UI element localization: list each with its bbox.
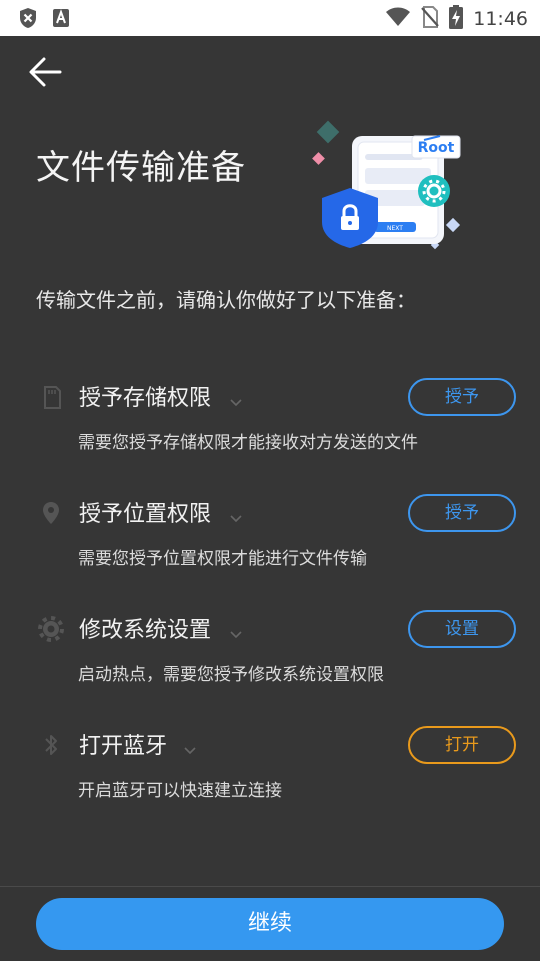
battery-charging-icon [449, 5, 464, 33]
item-description: 需要您授予存储权限才能接收对方发送的文件 [78, 433, 418, 453]
chevron-down-icon[interactable] [230, 392, 242, 407]
location-pin-icon [38, 500, 64, 526]
item-title: 授予存储权限 [79, 386, 212, 411]
no-sim-icon [421, 6, 440, 32]
permission-item-location: 授予位置权限 授予 需要您授予位置权限才能进行文件传输 [0, 494, 540, 586]
arrow-left-icon [29, 57, 62, 87]
chevron-down-icon[interactable] [230, 624, 242, 639]
gear-icon [38, 616, 64, 642]
item-description: 需要您授予位置权限才能进行文件传输 [78, 549, 367, 569]
transfer-illustration: NEXT Root [310, 118, 480, 258]
back-button[interactable] [26, 54, 66, 90]
sd-card-icon [38, 384, 64, 410]
page-title: 文件传输准备 [36, 148, 246, 188]
chevron-down-icon[interactable] [184, 740, 196, 755]
text-a-icon [52, 8, 70, 32]
permission-item-bluetooth: 打开蓝牙 打开 开启蓝牙可以快速建立连接 [0, 726, 540, 818]
item-title: 授予位置权限 [79, 502, 212, 527]
footer: 继续 [0, 886, 540, 961]
illustration-root-badge: Root [418, 140, 455, 156]
security-shield-icon [18, 7, 38, 33]
bluetooth-icon [38, 732, 64, 758]
status-bar: 11:46 [0, 0, 540, 36]
system-settings-button[interactable]: 设置 [408, 610, 516, 648]
grant-location-button[interactable]: 授予 [408, 494, 516, 532]
item-description: 启动热点，需要您授予修改系统设置权限 [78, 665, 384, 685]
wifi-icon [385, 7, 411, 31]
status-time: 11:46 [473, 8, 528, 30]
grant-storage-button[interactable]: 授予 [408, 378, 516, 416]
illustration-next-label: NEXT [387, 225, 403, 232]
intro-text: 传输文件之前，请确认你做好了以下准备： [36, 288, 416, 312]
permission-item-storage: 授予存储权限 授予 需要您授予存储权限才能接收对方发送的文件 [0, 378, 540, 470]
continue-button[interactable]: 继续 [36, 898, 504, 950]
item-description: 开启蓝牙可以快速建立连接 [78, 781, 282, 801]
open-bluetooth-button[interactable]: 打开 [408, 726, 516, 764]
permission-item-system-settings: 修改系统设置 设置 启动热点，需要您授予修改系统设置权限 [0, 610, 540, 702]
item-title: 修改系统设置 [79, 618, 212, 643]
chevron-down-icon[interactable] [230, 508, 242, 523]
item-title: 打开蓝牙 [79, 734, 168, 759]
